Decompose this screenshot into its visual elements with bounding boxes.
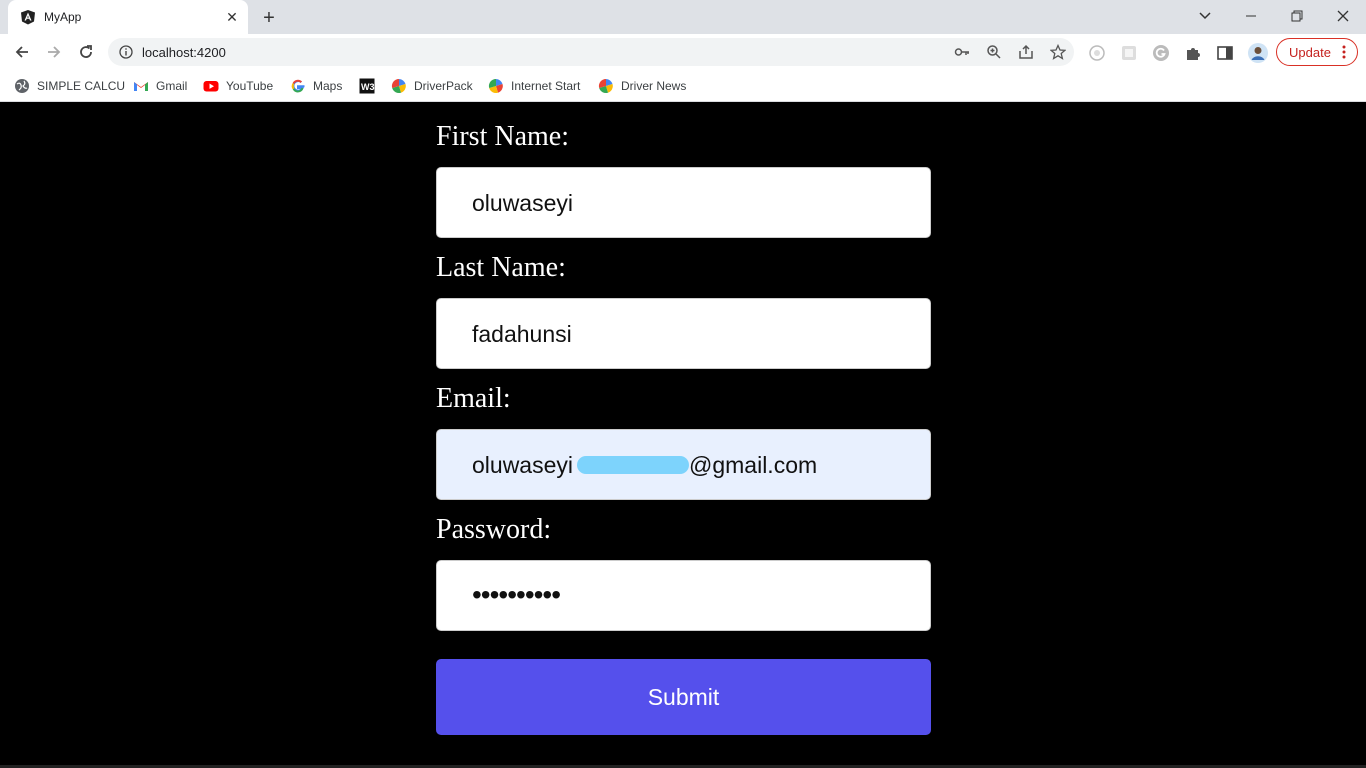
update-button[interactable]: Update (1276, 38, 1358, 66)
bookmark-internet-start[interactable]: Internet Start (488, 76, 580, 96)
email-label: Email: (436, 383, 511, 414)
minimize-button[interactable] (1240, 5, 1262, 27)
bookmark-label: SIMPLE CALCU (37, 79, 126, 93)
extension-timer-icon[interactable] (1088, 44, 1106, 62)
forward-button[interactable] (42, 40, 66, 64)
tab-myapp[interactable]: MyApp ✕ (8, 0, 248, 34)
arrow-left-icon (15, 46, 28, 58)
star-icon[interactable] (1050, 44, 1066, 60)
google-icon (291, 79, 305, 93)
password-input[interactable]: •••••••••• (436, 560, 931, 631)
bookmark-label: Driver News (621, 79, 687, 93)
password-label: Password: (436, 514, 552, 545)
restore-button[interactable] (1286, 5, 1308, 27)
redaction-mark (577, 456, 689, 474)
globe-icon (15, 79, 29, 93)
info-icon[interactable] (118, 44, 134, 60)
bookmarks-bar: SIMPLE CALCU Gmail YouTube Maps W3 Drive… (0, 70, 1366, 102)
password-value: •••••••••• (472, 579, 561, 610)
svg-text:W3: W3 (361, 82, 375, 92)
youtube-icon (203, 81, 219, 92)
more-vertical-icon (1342, 45, 1346, 59)
new-tab-button[interactable]: + (258, 7, 280, 29)
angular-icon (21, 10, 35, 25)
bookmark-label: YouTube (226, 79, 274, 93)
tab-title: MyApp (44, 10, 82, 24)
email-value-start: oluwaseyi (472, 452, 573, 478)
puzzle-icon[interactable] (1184, 44, 1202, 62)
submit-button[interactable]: Submit (436, 659, 931, 735)
bookmark-maps[interactable]: Maps (290, 76, 342, 96)
bookmark-gmail[interactable]: Gmail (133, 76, 187, 96)
bookmark-label: DriverPack (414, 79, 473, 93)
driverpack-icon (391, 78, 406, 94)
last-name-label: Last Name: (436, 252, 566, 283)
driverpack-icon (598, 78, 613, 94)
update-label: Update (1289, 45, 1331, 60)
close-window-button[interactable] (1332, 5, 1354, 27)
avatar[interactable] (1248, 43, 1268, 63)
email-input[interactable]: oluwaseyi @gmail.com (436, 429, 931, 500)
bookmark-simple-calcu[interactable]: SIMPLE CALCU (14, 76, 125, 96)
reload-button[interactable] (74, 40, 98, 64)
side-panel-icon[interactable] (1216, 44, 1234, 62)
internet-start-icon (488, 78, 503, 94)
bookmark-driver-news[interactable]: Driver News (598, 76, 686, 96)
url-text[interactable]: localhost:4200 (142, 45, 226, 60)
first-name-input[interactable]: oluwaseyi (436, 167, 931, 238)
zoom-icon[interactable] (986, 44, 1002, 60)
last-name-input[interactable]: fadahunsi (436, 298, 931, 369)
gmail-icon (134, 82, 148, 91)
tab-search-chevron-icon[interactable] (1194, 5, 1216, 27)
first-name-label: First Name: (436, 121, 569, 152)
page-content: First Name: oluwaseyi Last Name: fadahun… (0, 103, 1366, 768)
bookmark-w3schools[interactable]: W3 (359, 76, 382, 96)
key-icon[interactable] (954, 44, 970, 60)
address-bar[interactable]: localhost:4200 (108, 38, 1074, 66)
share-icon[interactable] (1018, 44, 1034, 60)
back-button[interactable] (10, 40, 34, 64)
bookmark-driverpack[interactable]: DriverPack (391, 76, 473, 96)
bookmark-label: Maps (313, 79, 343, 93)
grammarly-icon[interactable] (1152, 44, 1170, 62)
first-name-value: oluwaseyi (472, 190, 573, 216)
submit-label: Submit (647, 683, 720, 710)
w3-icon: W3 (359, 78, 375, 94)
close-tab-icon[interactable]: ✕ (224, 9, 240, 25)
bookmark-youtube[interactable]: YouTube (203, 76, 273, 96)
reload-icon (80, 45, 92, 58)
bookmark-label: Gmail (156, 79, 188, 93)
browser-toolbar: localhost:4200 Update (0, 34, 1366, 70)
tab-strip: MyApp ✕ + (0, 0, 1366, 34)
extension-box-icon[interactable] (1120, 44, 1138, 62)
bookmark-label: Internet Start (511, 79, 581, 93)
last-name-value: fadahunsi (472, 321, 572, 347)
email-value-end: @gmail.com (689, 452, 818, 478)
arrow-right-icon (48, 46, 61, 58)
